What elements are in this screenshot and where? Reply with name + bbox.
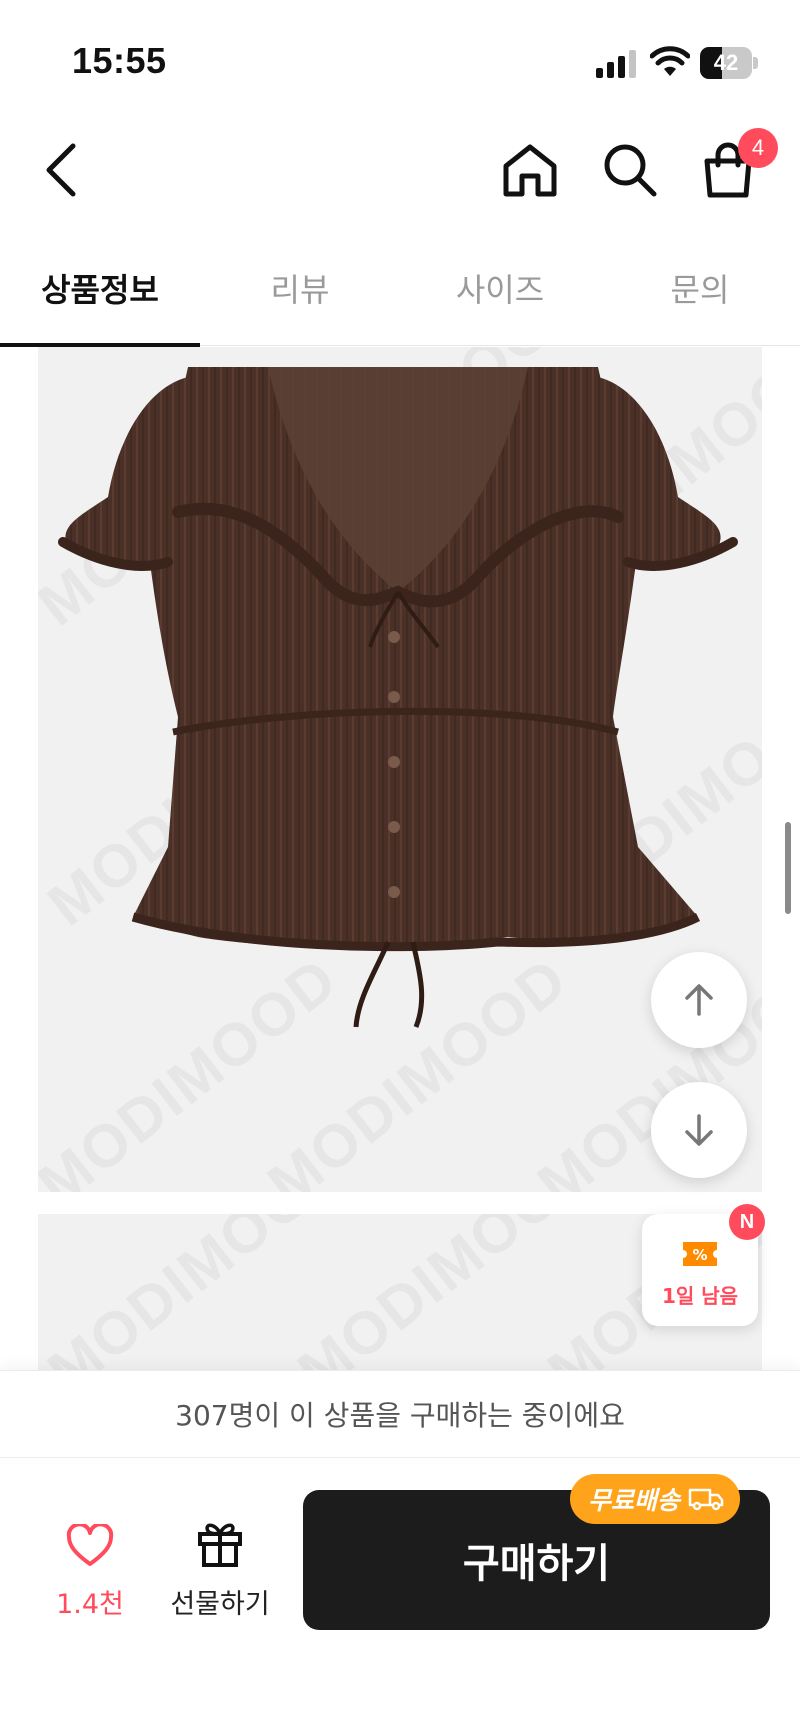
tab-product-info[interactable]: 상품정보 xyxy=(0,230,200,347)
scroll-up-button[interactable] xyxy=(651,952,747,1048)
coupon-icon: % xyxy=(683,1242,717,1266)
tab-reviews[interactable]: 리뷰 xyxy=(200,230,400,346)
blouse-illustration xyxy=(58,367,738,1028)
like-button[interactable]: 1.4천 xyxy=(40,1518,140,1628)
scrollbar[interactable] xyxy=(785,822,791,914)
new-badge: N xyxy=(729,1204,765,1240)
svg-text:%: % xyxy=(692,1246,707,1264)
product-image: MODIMOOD MODIMOOD MODIMOOD MODIMOOD MODI… xyxy=(38,347,762,1192)
cart-count-badge: 4 xyxy=(738,128,778,168)
bottom-action-bar: 1.4천 선물하기 구매하기 무료배송 xyxy=(0,1458,800,1733)
search-icon xyxy=(604,144,657,197)
tab-label: 상품정보 xyxy=(41,271,159,309)
home-icon xyxy=(503,144,557,197)
product-tabs: 상품정보 리뷰 사이즈 문의 xyxy=(0,230,800,347)
top-navigation: 4 xyxy=(0,110,800,230)
home-button[interactable] xyxy=(496,136,564,204)
cellular-signal-icon xyxy=(596,50,636,78)
search-button[interactable] xyxy=(596,136,664,204)
tab-size[interactable]: 사이즈 xyxy=(400,230,600,346)
gift-button[interactable]: 선물하기 xyxy=(160,1518,280,1628)
purchase-notice: 307명이 이 상품을 구매하는 중이에요 xyxy=(0,1370,800,1458)
free-shipping-label: 무료배송 xyxy=(588,1486,681,1515)
tab-label: 사이즈 xyxy=(455,271,545,309)
coupon-remaining-text: 1일 남음 xyxy=(661,1284,739,1308)
status-time: 15:55 xyxy=(72,40,167,81)
buy-button-label: 구매하기 xyxy=(462,1541,611,1587)
battery-icon: 42 xyxy=(700,47,758,79)
status-bar: 15:55 42 xyxy=(0,0,800,110)
wifi-icon xyxy=(650,46,690,76)
gift-label: 선물하기 xyxy=(170,1589,270,1620)
tab-label: 리뷰 xyxy=(270,271,330,309)
free-shipping-badge: 무료배송 xyxy=(570,1474,741,1524)
truck-icon xyxy=(688,1488,724,1511)
gift-icon xyxy=(198,1523,242,1567)
arrow-down-icon xyxy=(685,1114,713,1146)
back-button[interactable] xyxy=(30,132,90,208)
battery-level: 42 xyxy=(713,50,739,75)
like-count: 1.4천 xyxy=(56,1589,124,1620)
tab-label: 문의 xyxy=(670,271,730,309)
scroll-down-button[interactable] xyxy=(651,1082,747,1178)
heart-icon xyxy=(66,1524,114,1566)
back-icon xyxy=(46,143,76,197)
purchase-notice-text: 307명이 이 상품을 구매하는 중이에요 xyxy=(175,1399,625,1432)
arrow-up-icon xyxy=(685,984,713,1016)
tab-inquiry[interactable]: 문의 xyxy=(600,230,800,346)
